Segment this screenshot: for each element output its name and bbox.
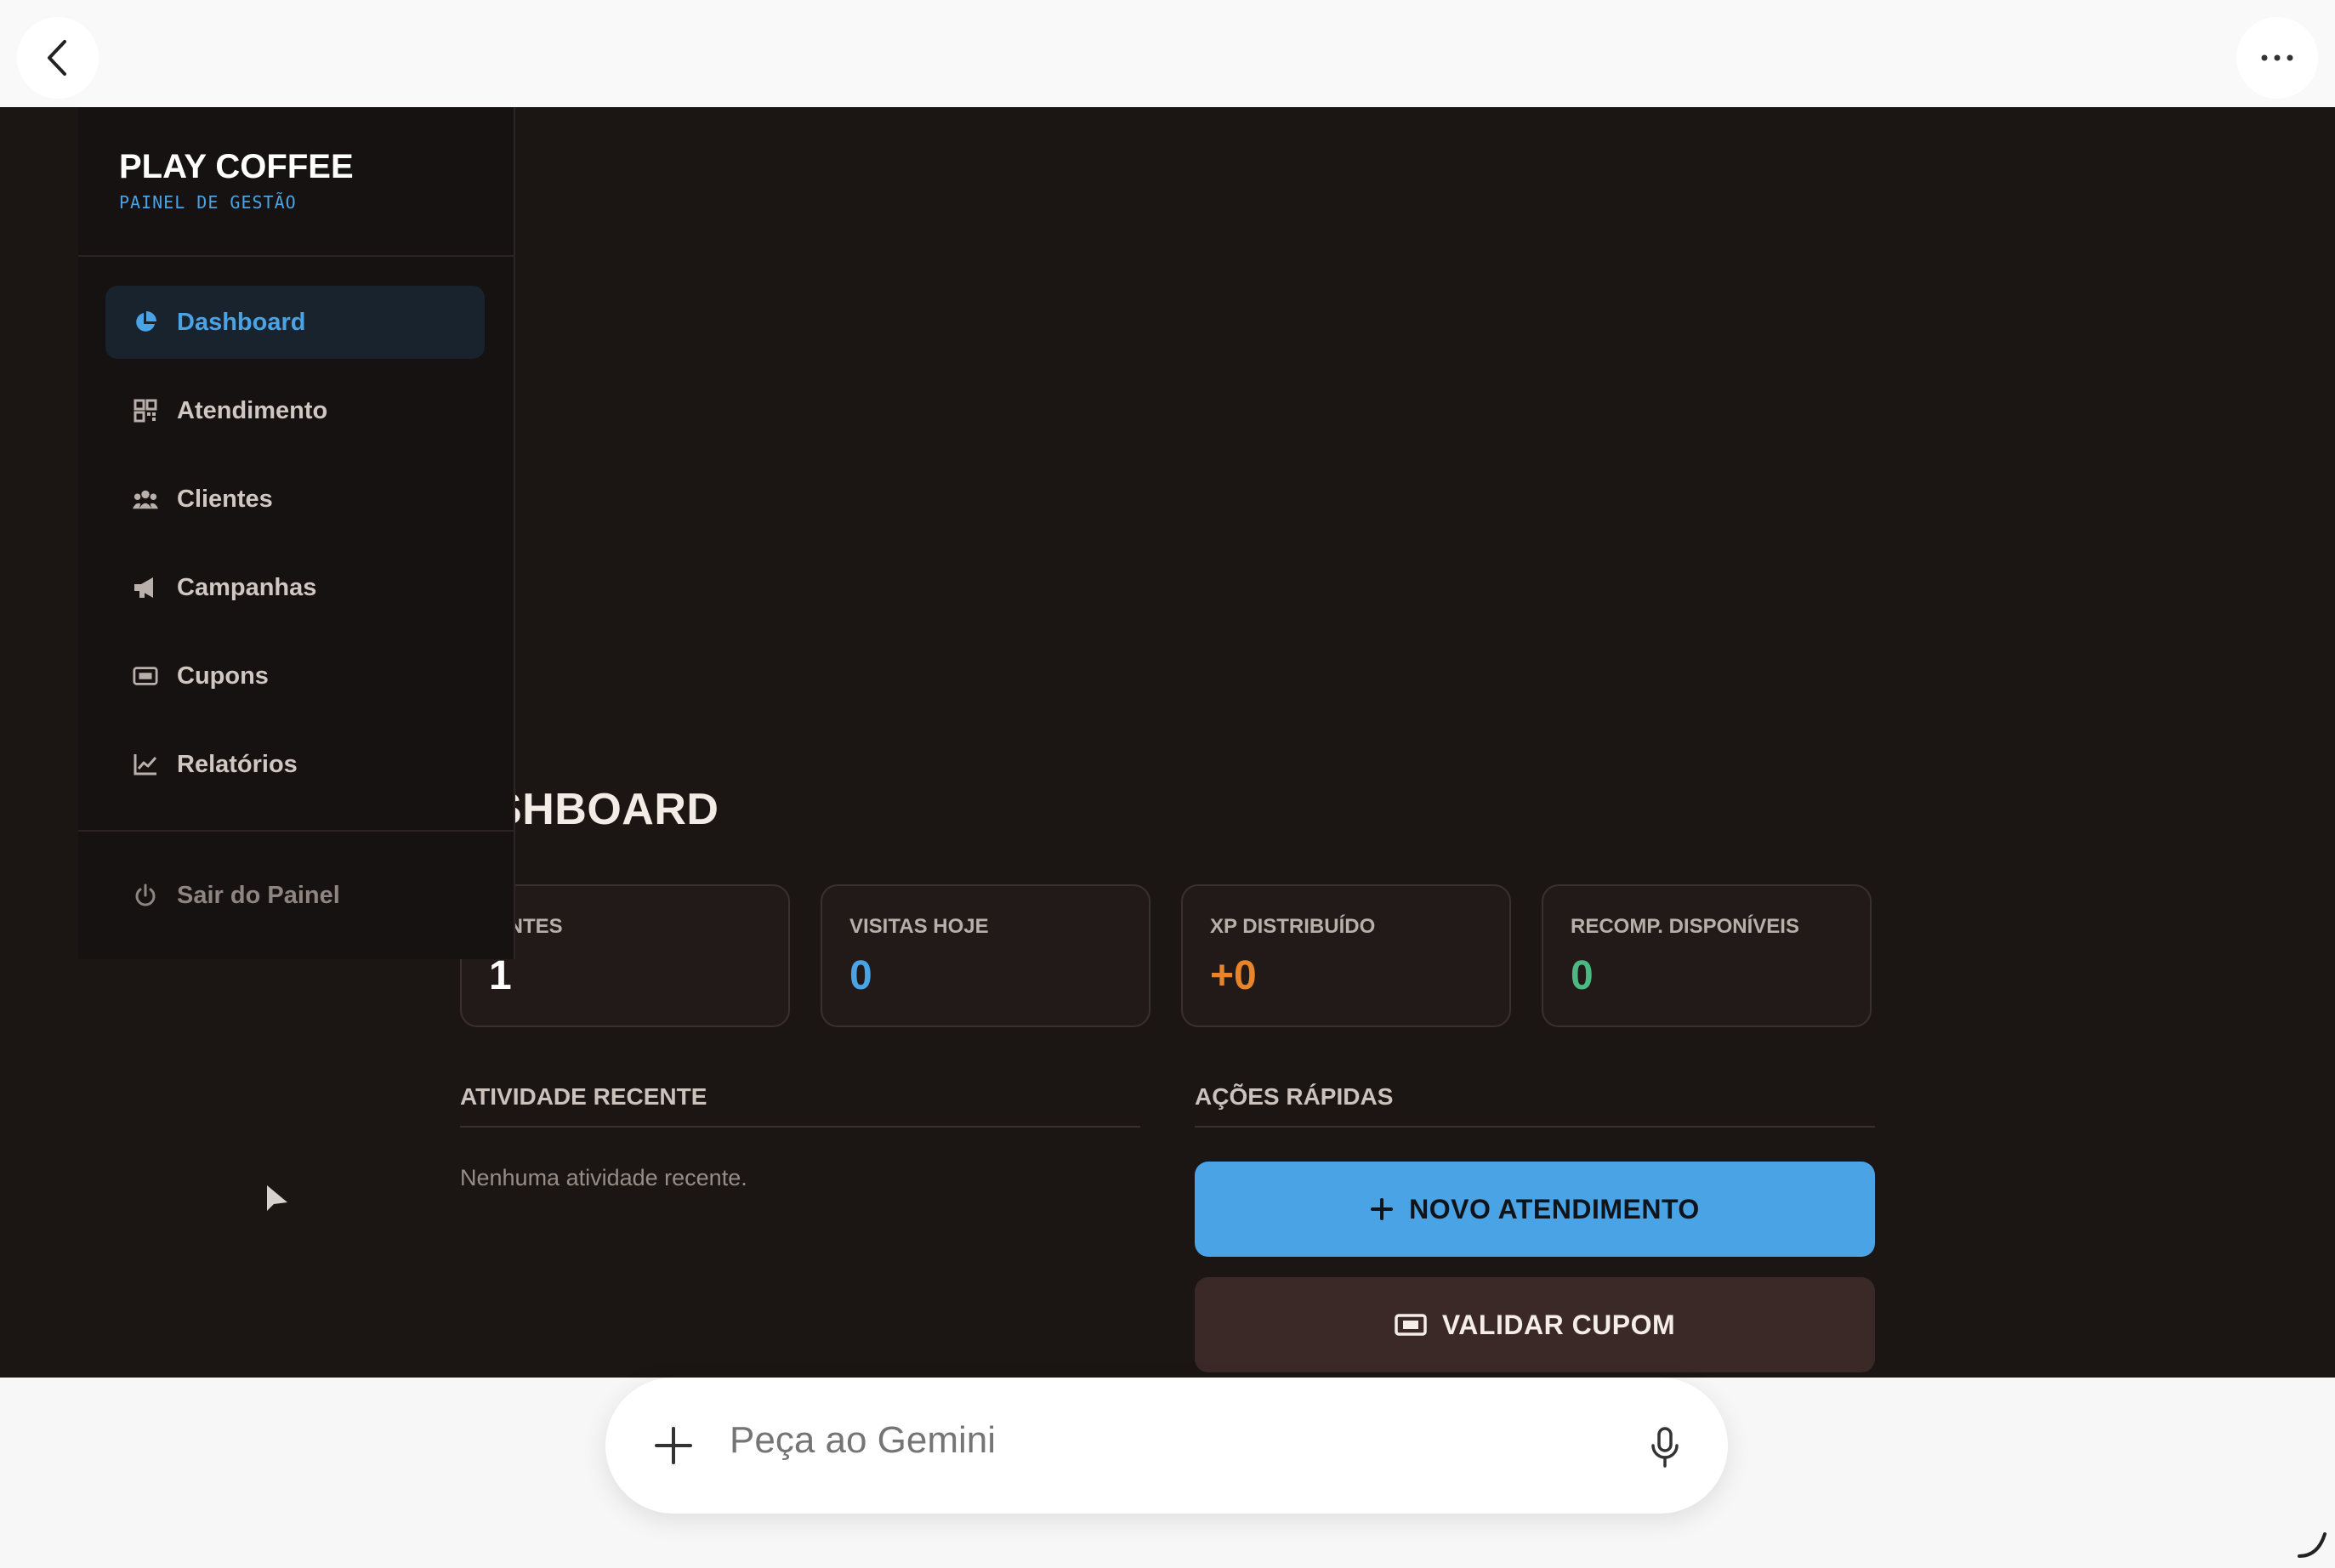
sidebar-item-relatorios[interactable]: Relatórios [105, 728, 485, 801]
gemini-prompt-input[interactable] [728, 1418, 1582, 1463]
more-options-icon [2261, 54, 2293, 61]
stat-value: 0 [1571, 953, 1594, 998]
brand-title: PLAY COFFEE [119, 148, 354, 185]
qr-code-icon [133, 398, 158, 423]
validate-coupon-button[interactable]: VALIDAR CUPOM [1195, 1277, 1875, 1372]
sidebar-item-label: Atendimento [177, 396, 328, 424]
quick-actions-title: AÇÕES RÁPIDAS [1195, 1083, 1875, 1128]
power-icon [133, 883, 158, 908]
sidebar-item-label: Campanhas [177, 573, 317, 601]
logout-button[interactable]: Sair do Painel [105, 859, 485, 932]
gemini-chat-bar [605, 1378, 1728, 1514]
sidebar-item-atendimento[interactable]: Atendimento [105, 374, 485, 447]
back-button[interactable] [17, 17, 99, 99]
stat-value: 1 [489, 953, 512, 998]
back-arrow-icon [48, 40, 66, 76]
browser-top-bar [0, 0, 2335, 107]
new-attendance-label: NOVO ATENDIMENTO [1409, 1193, 1700, 1224]
pie-chart-icon [133, 310, 158, 335]
sidebar-item-label: Relatórios [177, 750, 298, 778]
users-icon [133, 486, 158, 512]
logout-label: Sair do Painel [177, 881, 340, 909]
stat-card-xp-distributed: XP DISTRIBUÍDO +0 [1181, 884, 1511, 1027]
resize-handle-icon[interactable] [2296, 1527, 2330, 1561]
stat-value: +0 [1210, 953, 1257, 998]
stat-label: XP DISTRIBUÍDO [1210, 915, 1376, 938]
sidebar-item-label: Cupons [177, 662, 269, 690]
app-viewport: ASHBOARD IENTES 1 VISITAS HOJE 0 XP DIST… [0, 107, 2335, 1378]
sidebar-item-campanhas[interactable]: Campanhas [105, 551, 485, 624]
new-attendance-button[interactable]: NOVO ATENDIMENTO [1195, 1162, 1875, 1257]
ticket-icon [133, 663, 158, 689]
stat-card-rewards-available: RECOMP. DISPONÍVEIS 0 [1542, 884, 1872, 1027]
mouse-cursor-icon [267, 1185, 287, 1211]
sidebar-divider [78, 830, 514, 832]
megaphone-icon [133, 575, 158, 600]
ticket-icon [1395, 1314, 1427, 1336]
brand-subtitle: PAINEL DE GESTÃO [119, 192, 297, 213]
stat-value: 0 [849, 953, 872, 998]
plus-icon[interactable] [648, 1420, 699, 1471]
validate-coupon-label: VALIDAR CUPOM [1441, 1309, 1676, 1340]
microphone-icon[interactable] [1645, 1425, 1685, 1469]
plus-icon [1371, 1198, 1394, 1220]
stat-label: RECOMP. DISPONÍVEIS [1571, 915, 1799, 938]
sidebar-item-clientes[interactable]: Clientes [105, 463, 485, 536]
sidebar-divider [78, 255, 514, 257]
sidebar-item-label: Clientes [177, 485, 273, 513]
stat-label: VISITAS HOJE [849, 915, 989, 938]
line-chart-icon [133, 752, 158, 777]
sidebar: PLAY COFFEE PAINEL DE GESTÃO Dashboard A… [78, 107, 515, 959]
sidebar-item-cupons[interactable]: Cupons [105, 639, 485, 713]
stat-card-visits-today: VISITAS HOJE 0 [821, 884, 1150, 1027]
more-options-button[interactable] [2236, 17, 2318, 99]
sidebar-item-dashboard[interactable]: Dashboard [105, 286, 485, 359]
sidebar-item-label: Dashboard [177, 308, 306, 336]
recent-activity-title: ATIVIDADE RECENTE [460, 1083, 1140, 1128]
recent-activity-empty: Nenhuma atividade recente. [460, 1165, 747, 1190]
